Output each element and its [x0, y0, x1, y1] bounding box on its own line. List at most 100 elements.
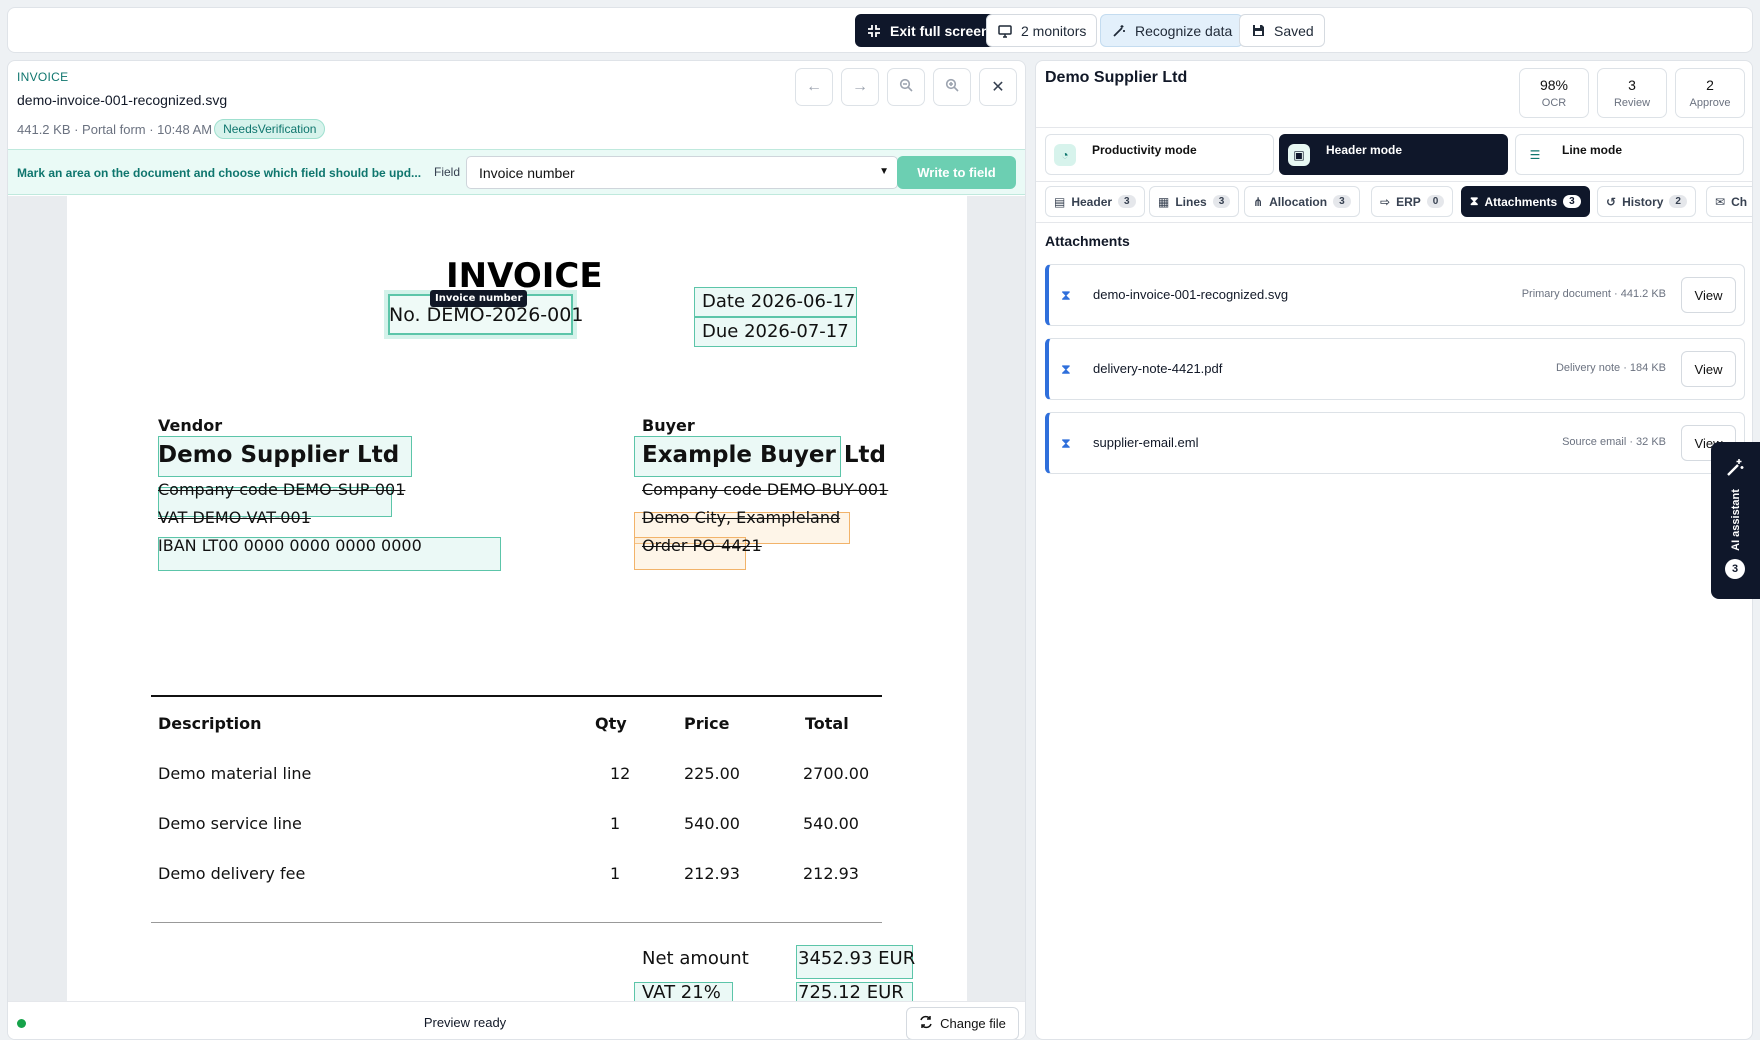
field-label: Field	[434, 165, 461, 179]
attachment-name: supplier-email.eml	[1093, 435, 1199, 450]
buyer-heading: Buyer	[642, 416, 695, 435]
saved-button[interactable]: Saved	[1239, 14, 1325, 47]
ai-assistant-label: AI assistant	[1730, 489, 1742, 551]
mode-header[interactable]: ▣ Header mode	[1279, 134, 1508, 175]
zoom-in-icon	[945, 78, 959, 97]
monitors-button[interactable]: 2 monitors	[986, 14, 1098, 47]
stat-approve-label: Approve	[1689, 97, 1731, 109]
details-panel: Demo Supplier Ltd 98% OCR 3 Review 2 App…	[1035, 60, 1753, 1040]
stat-review-value: 3	[1628, 77, 1636, 93]
table-row-3-total: 212.93	[803, 864, 859, 883]
exit-fullscreen-label: Exit full screen	[890, 22, 990, 39]
exit-fullscreen-button[interactable]: Exit full screen	[855, 14, 1001, 47]
attachment-info: Primary document · 441.2 KB	[1521, 288, 1666, 300]
mark-area-instruction: Mark an area on the document and choose …	[17, 166, 422, 180]
refresh-icon	[919, 1015, 933, 1032]
tab-allocation[interactable]: ⋔ Allocation 3	[1244, 186, 1360, 217]
write-to-field-button[interactable]: Write to field	[897, 156, 1016, 189]
next-button[interactable]: →	[841, 68, 879, 106]
table-row-1-description: Demo material line	[158, 764, 312, 783]
saved-label: Saved	[1274, 22, 1314, 39]
tab-history[interactable]: ↺ History 2	[1597, 186, 1696, 217]
mark-area-bar: Mark an area on the document and choose …	[8, 149, 1025, 195]
table-row-2-total: 540.00	[803, 814, 859, 833]
tab-lines[interactable]: ▦ Lines 3	[1149, 186, 1240, 217]
paperclip-icon: ⧗	[1061, 287, 1071, 303]
recognize-data-button[interactable]: Recognize data	[1100, 14, 1244, 47]
document-meta: 441.2 KB · Portal form · 10:48 AM NeedsV…	[17, 119, 326, 139]
buyer-name: Example Buyer Ltd	[642, 442, 886, 468]
buyer-order: Order PO-4421	[642, 536, 762, 555]
tab-chat[interactable]: ✉ Ch	[1706, 186, 1752, 217]
table-row-1-price: 225.00	[684, 764, 740, 783]
tab-header-count: 3	[1118, 195, 1136, 208]
list-icon: ☰	[1529, 148, 1541, 162]
vendor-name: Demo Supplier Ltd	[158, 442, 400, 468]
buyer-city: Demo City, Exampleland	[642, 508, 841, 527]
supplier-name: Demo Supplier Ltd	[1045, 69, 1188, 86]
top-toolbar: Exit full screen 2 monitors Recognize da…	[7, 7, 1753, 53]
app-root: Exit full screen 2 monitors Recognize da…	[0, 0, 1760, 1040]
vendor-heading: Vendor	[158, 416, 223, 435]
vat-rate-label: VAT 21%	[642, 982, 721, 1001]
attachment-name: demo-invoice-001-recognized.svg	[1093, 287, 1289, 302]
paperclip-icon: ⧗	[1470, 194, 1479, 208]
preview-status: Preview ready	[423, 1015, 507, 1030]
table-top-rule	[151, 695, 882, 697]
history-icon: ↺	[1606, 194, 1617, 209]
preview-footer: Preview ready Change file	[8, 1001, 1025, 1039]
ai-assistant-count: 3	[1725, 559, 1745, 579]
tab-attachments-count: 3	[1563, 195, 1581, 208]
gauge-icon: ◔	[1054, 144, 1076, 166]
split-icon: ⋔	[1253, 194, 1264, 209]
tab-lines-count: 3	[1212, 195, 1231, 208]
change-file-button[interactable]: Change file	[906, 1007, 1019, 1039]
field-select[interactable]: Invoice number ▼	[466, 156, 898, 189]
attachment-info: Delivery note · 184 KB	[1555, 362, 1666, 374]
list-item: ⧗ delivery-note-4421.pdf Delivery note ·…	[1045, 338, 1745, 400]
tab-erp-label: ERP	[1396, 194, 1421, 209]
tab-history-label: History	[1622, 194, 1664, 209]
document-kind: INVOICE	[17, 70, 69, 84]
mode-line-label: Line mode	[1562, 143, 1623, 157]
table-row-2-price: 540.00	[684, 814, 740, 833]
stat-review: 3 Review	[1597, 68, 1667, 118]
stat-approve-value: 2	[1706, 77, 1714, 93]
view-button[interactable]: View	[1681, 277, 1736, 313]
change-file-label: Change file	[940, 1016, 1006, 1031]
vendor-company-code: Company code DEMO-SUP-001	[158, 480, 406, 499]
ai-assistant-tab[interactable]: AI assistant 3	[1711, 442, 1760, 599]
magic-wand-icon	[1111, 23, 1127, 39]
mode-line[interactable]: ☰ Line mode	[1515, 134, 1744, 175]
zoom-out-button[interactable]	[887, 68, 925, 106]
attachments-title: Attachments	[1045, 233, 1130, 249]
zoom-in-button[interactable]	[933, 68, 971, 106]
tab-allocation-label: Allocation	[1269, 194, 1328, 209]
zoom-out-icon	[899, 78, 913, 97]
table-row-1-total: 2700.00	[803, 764, 870, 783]
tab-allocation-count: 3	[1333, 195, 1351, 208]
mode-productivity[interactable]: ◔ Productivity mode	[1045, 134, 1274, 175]
collapse-icon	[866, 23, 882, 39]
table-icon: ▦	[1158, 194, 1170, 209]
tab-lines-label: Lines	[1175, 194, 1207, 209]
save-icon	[1250, 23, 1266, 39]
vendor-vat: VAT DEMO-VAT-001	[158, 508, 311, 527]
tab-header[interactable]: ▤ Header 3	[1045, 186, 1145, 217]
net-amount-label: Net amount	[642, 948, 749, 969]
tab-erp[interactable]: ⇨ ERP 0	[1371, 186, 1454, 217]
table-header-total: Total	[805, 714, 849, 733]
table-header-description: Description	[158, 714, 262, 733]
table-row-2-qty: 1	[610, 814, 621, 833]
table-row-3-qty: 1	[610, 864, 621, 883]
document-filename: demo-invoice-001-recognized.svg	[17, 92, 228, 108]
field-select-value: Invoice number	[479, 164, 575, 181]
previous-button[interactable]: ←	[795, 68, 833, 106]
tab-erp-count: 0	[1426, 195, 1445, 208]
stat-ocr-label: OCR	[1541, 97, 1567, 109]
close-button[interactable]: ✕	[979, 68, 1017, 106]
document-viewer[interactable]: INVOICE Invoice number No. DEMO-2026-001…	[8, 196, 1025, 1001]
tab-attachments[interactable]: ⧗ Attachments 3	[1461, 186, 1590, 217]
view-button[interactable]: View	[1681, 351, 1736, 387]
chevron-down-icon: ▼	[879, 166, 889, 177]
